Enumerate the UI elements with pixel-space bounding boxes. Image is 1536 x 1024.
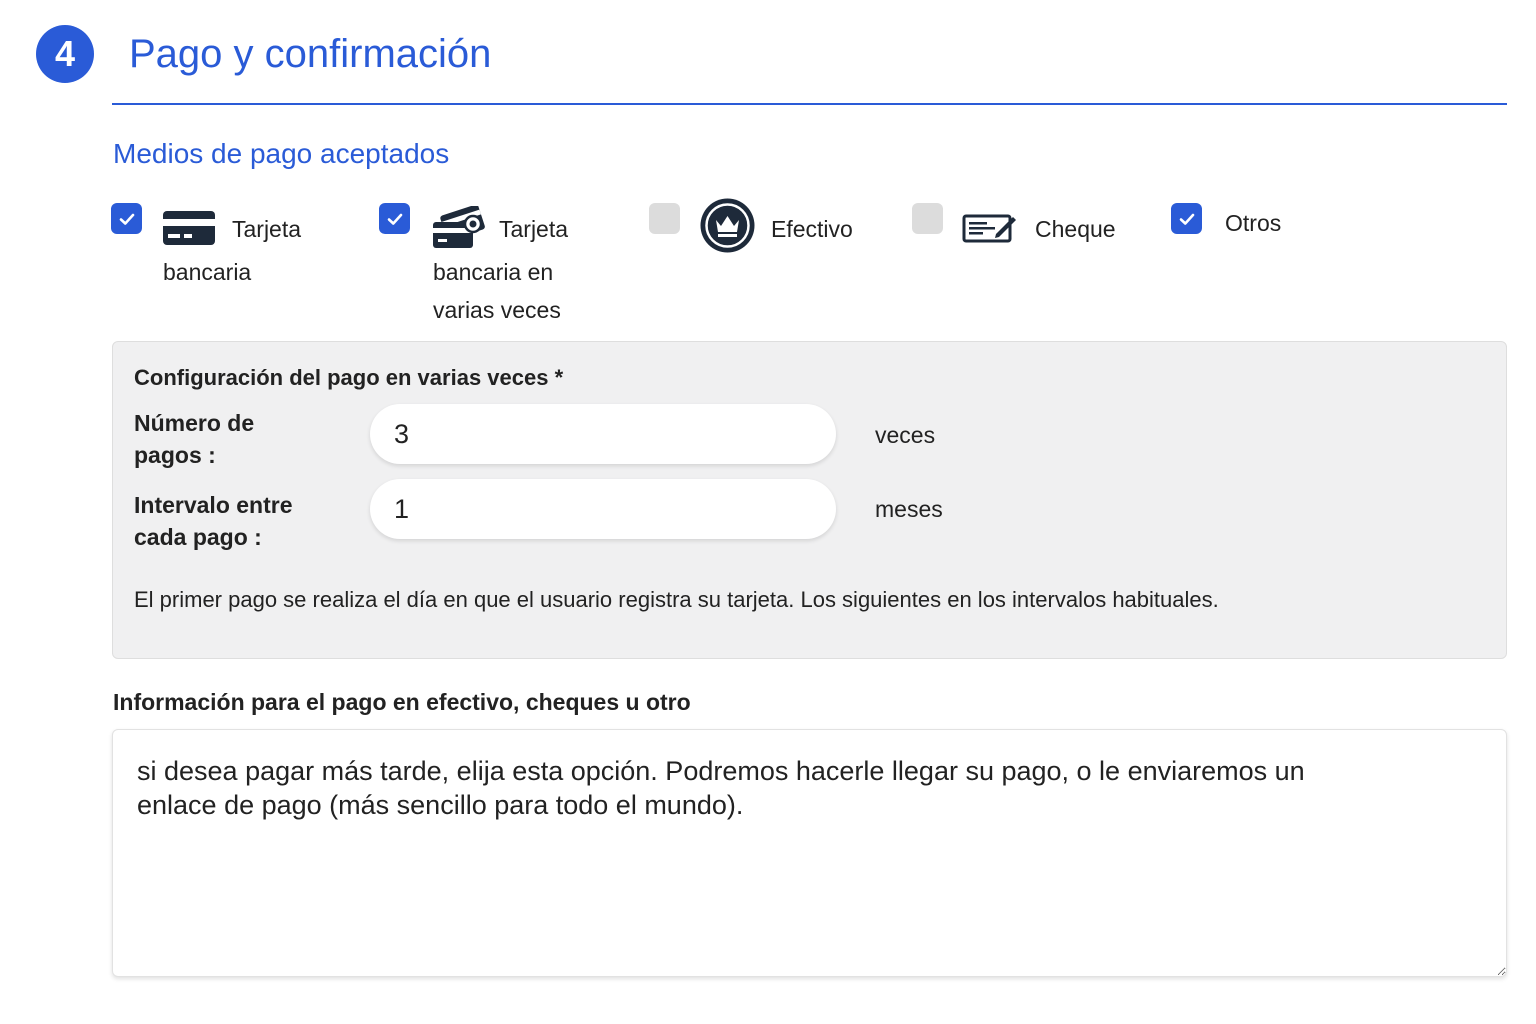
checkbox-cheque[interactable] xyxy=(912,203,943,234)
check-icon xyxy=(387,213,402,225)
step-title: Pago y confirmación xyxy=(129,32,492,76)
other-payment-info-textarea[interactable]: si desea pagar más tarde, elija esta opc… xyxy=(112,729,1507,977)
payment-method-label-other: Otros xyxy=(1225,210,1282,236)
cheque-icon xyxy=(962,214,1016,243)
checkbox-card[interactable] xyxy=(111,203,142,234)
other-payment-info-label: Información para el pago en efectivo, ch… xyxy=(113,689,691,715)
payment-count-input[interactable] xyxy=(370,404,836,464)
checkbox-cash[interactable] xyxy=(649,203,680,234)
check-icon xyxy=(119,213,134,225)
payment-count-unit: veces xyxy=(875,422,936,448)
payment-count-label: Número de pagos : xyxy=(134,410,255,468)
checkbox-other[interactable] xyxy=(1171,203,1202,234)
installments-config-title: Configuración del pago en varias veces * xyxy=(134,365,564,390)
payment-step-page: 4 Pago y confirmación Medios de pago ace… xyxy=(0,0,1536,1024)
payment-method-label-card: Tarjeta bancaria xyxy=(163,216,302,285)
payment-interval-unit: meses xyxy=(875,496,943,522)
payment-methods-title: Medios de pago aceptados xyxy=(113,138,450,169)
cash-coin-icon xyxy=(700,198,755,253)
header-divider xyxy=(112,103,1507,105)
payment-interval-input[interactable] xyxy=(370,479,836,539)
payment-method-label-cash: Efectivo xyxy=(771,216,853,242)
checkbox-card-installments[interactable] xyxy=(379,203,410,234)
installments-config-panel: Configuración del pago en varias veces *… xyxy=(112,341,1507,659)
payment-method-label-card-installments: Tarjeta bancaria en varias veces xyxy=(433,216,569,323)
step-number: 4 xyxy=(54,33,76,74)
installments-note: El primer pago se realiza el día en que … xyxy=(134,587,1219,612)
payment-method-label-cheque: Cheque xyxy=(1035,216,1116,242)
step-number-badge: 4 xyxy=(36,25,94,83)
check-icon xyxy=(1179,213,1194,225)
payment-interval-label: Intervalo entre cada pago : xyxy=(134,492,293,550)
